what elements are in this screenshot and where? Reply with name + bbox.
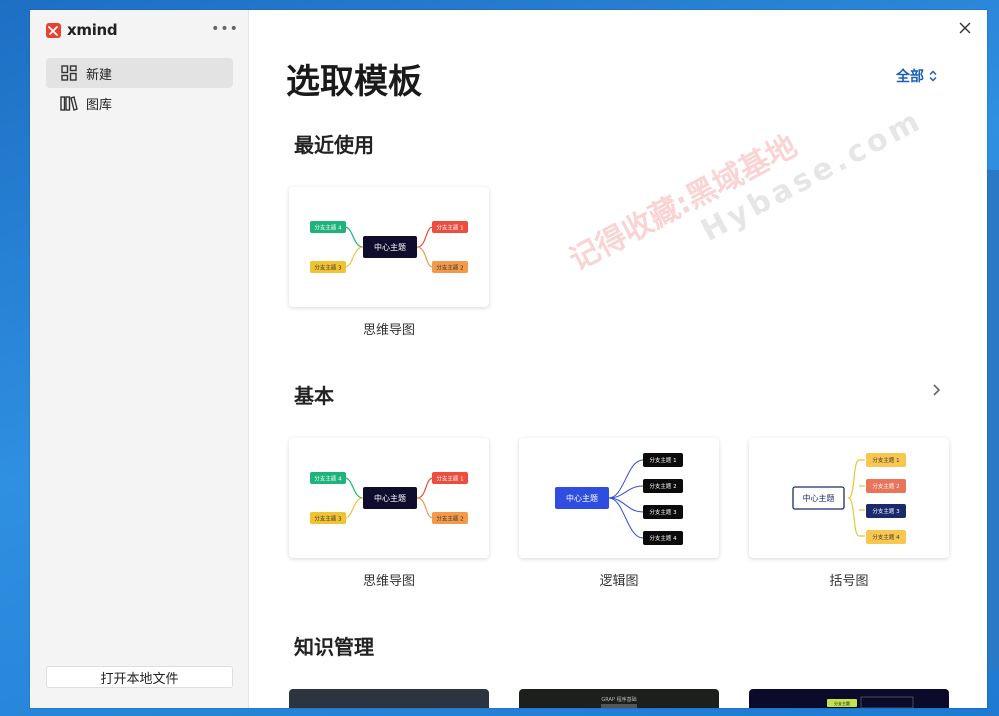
branch-2-text: 分支主题 2 <box>872 482 899 490</box>
mindmap-thumbnail: 分支主题 4 分支主题 3 分支主题 1 分支主题 2 中心主题 <box>310 221 468 273</box>
open-local-file-button[interactable]: 打开本地文件 <box>46 666 233 688</box>
branch-4-text: 分支主题 4 <box>314 224 342 232</box>
branch-1-text: 分支主题 1 <box>649 456 676 464</box>
thumb-title: GRAP 程序基础 <box>601 696 636 703</box>
template-label: 逻辑图 <box>599 574 639 589</box>
branch-2-text: 分支主题 2 <box>649 482 676 490</box>
mindmap-thumbnail: 分支主题 4 分支主题 3 分支主题 1 分支主题 2 中心主题 <box>310 472 468 524</box>
branch-4-text: 分支主题 4 <box>872 533 900 541</box>
sidebar-item-library[interactable]: 图库 <box>46 88 233 118</box>
center-topic-text: 中心主题 <box>566 493 598 503</box>
template-card-recent-mindmap[interactable]: 分支主题 4 分支主题 3 分支主题 1 分支主题 2 中心主题 <box>289 187 489 307</box>
template-card-mindmap[interactable]: 分支主题 4 分支主题 3 分支主题 1 分支主题 2 中心主题 <box>289 438 489 558</box>
branch-1-text: 分支主题 1 <box>872 456 899 464</box>
branch-4-text: 分支主题 4 <box>314 475 342 483</box>
see-more-basic-button[interactable] <box>928 382 944 398</box>
template-label: 思维导图 <box>362 574 415 589</box>
logic-chart-thumbnail: 中心主题 分支主题 1 分支主题 2 分支主题 3 分支主题 4 <box>555 453 683 545</box>
branch-3-text: 分支主题 3 <box>314 515 342 523</box>
branch-1-text: 分支主题 1 <box>436 475 463 483</box>
sidebar-item-label: 新建 <box>86 67 113 83</box>
center-topic-text: 中心主题 <box>374 242 406 252</box>
branch-3-text: 分支主题 3 <box>872 507 900 515</box>
sidebar-item-new[interactable]: 新建 <box>46 58 233 88</box>
brand: xmind <box>46 21 118 39</box>
section-title-recent: 最近使用 <box>294 133 374 157</box>
ellipsis-icon: ••• <box>211 21 239 37</box>
branch-3-text: 分支主题 3 <box>314 264 342 272</box>
library-icon <box>60 94 78 112</box>
template-card-knowledge-1[interactable] <box>289 689 489 708</box>
branch-4-text: 分支主题 4 <box>649 534 677 542</box>
center-topic-text: 中心主题 <box>803 493 835 503</box>
template-label: 思维导图 <box>362 323 415 338</box>
center-topic-text: 中心主题 <box>374 493 406 503</box>
brand-name: xmind <box>67 21 118 39</box>
xmind-logo-icon <box>46 22 61 38</box>
branch-2-text: 分支主题 2 <box>436 264 463 272</box>
grid-icon <box>60 64 78 82</box>
main-panel: 选取模板 全部 最近使用 分支主题 4 分支主题 3 分支主题 1 分支主题 2 <box>250 10 987 708</box>
watermark-line-2: Hybase.com <box>695 102 929 249</box>
desktop-window-edge <box>987 170 999 670</box>
knowledge-thumbnail-3: 分支主题 <box>827 696 914 708</box>
category-filter-dropdown[interactable]: 全部 <box>896 66 938 86</box>
template-card-knowledge-3[interactable]: 分支主题 <box>749 689 949 708</box>
branch-2-text: 分支主题 2 <box>436 515 463 523</box>
template-card-knowledge-2[interactable]: GRAP 程序基础 <box>519 689 719 708</box>
section-title-knowledge: 知识管理 <box>294 635 374 659</box>
sidebar-item-label: 图库 <box>86 97 113 113</box>
knowledge-thumbnail-2: GRAP 程序基础 <box>601 696 637 708</box>
more-options-button[interactable]: ••• <box>211 22 238 36</box>
sidebar: xmind ••• 新建 图库 打开本地文件 <box>30 10 249 708</box>
template-label: 括号图 <box>829 574 869 589</box>
thumb-tag: 分支主题 <box>834 700 850 706</box>
watermark-line-1: 记得收藏:黑域基地 <box>563 128 803 278</box>
branch-1-text: 分支主题 1 <box>436 224 463 232</box>
template-card-logic[interactable]: 中心主题 分支主题 1 分支主题 2 分支主题 3 分支主题 4 <box>519 438 719 558</box>
filter-label: 全部 <box>896 69 924 85</box>
template-card-bracket[interactable]: 中心主题 分支主题 1 分支主题 2 分支主题 3 分支主题 4 <box>749 438 949 558</box>
page-title: 选取模板 <box>286 62 422 102</box>
template-picker-window: xmind ••• 新建 图库 打开本地文件 选取模板 全部 最近使用 分支主题… <box>30 10 987 708</box>
watermark: 记得收藏:黑域基地 Hybase.com <box>560 64 929 310</box>
close-icon <box>959 22 971 34</box>
bracket-chart-thumbnail: 中心主题 分支主题 1 分支主题 2 分支主题 3 分支主题 4 <box>792 453 906 544</box>
section-title-basic: 基本 <box>294 384 334 408</box>
close-button[interactable] <box>955 18 975 38</box>
chevron-right-icon <box>933 384 941 396</box>
branch-3-text: 分支主题 3 <box>649 508 677 516</box>
chevron-updown-icon <box>929 70 937 82</box>
